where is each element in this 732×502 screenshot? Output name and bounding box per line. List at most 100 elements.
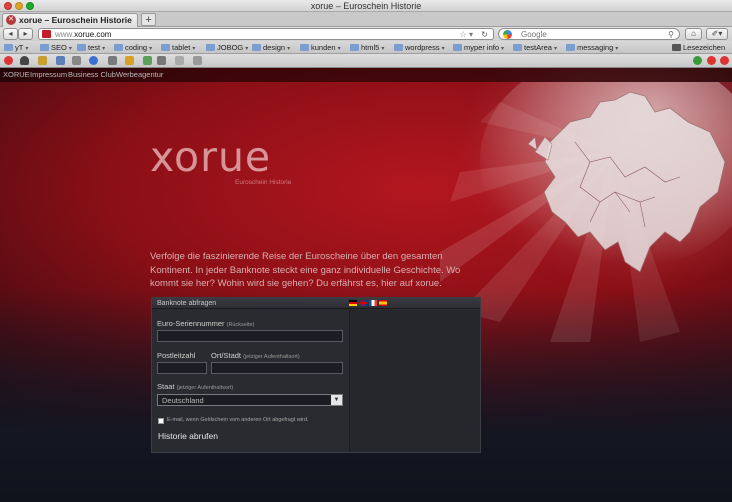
valid-check-icon[interactable] (693, 56, 702, 65)
bookmark-folder[interactable]: kunden ▾ (300, 42, 341, 53)
flag-french-icon[interactable] (369, 300, 377, 306)
nav-link-werbeagentur[interactable]: Werbeagentur (116, 68, 163, 82)
bookmark-folder[interactable]: myper info ▾ (453, 42, 504, 53)
back-button[interactable]: ◂ (3, 28, 18, 40)
site-navigation: XORUE Impressum Business Club Werbeagent… (0, 68, 732, 82)
flag-german-icon[interactable] (349, 300, 357, 306)
reload-icon[interactable]: ↻ (481, 29, 488, 40)
bookmark-star-icon[interactable]: ☆ ▾ (460, 29, 473, 40)
window-titlebar: xorue – Euroschein Historie (0, 0, 732, 12)
address-bar[interactable]: www.xorue.com ☆ ▾ ↻ (38, 28, 494, 40)
europe-map-illustration (440, 82, 732, 342)
tools-icon[interactable] (157, 56, 166, 65)
folder-icon (206, 44, 215, 51)
google-icon[interactable] (503, 30, 512, 39)
banknote-query-form: Banknote abfragen Euro-Seriennummer (Rüc… (151, 297, 481, 453)
url-text: www.xorue.com (55, 30, 112, 39)
close-tab-icon[interactable]: ✕ (6, 15, 16, 25)
folder-icon (114, 44, 123, 51)
zip-input[interactable] (158, 364, 206, 375)
bookmark-folder[interactable]: yT ▾ (4, 42, 28, 53)
fetch-history-button[interactable]: Historie abrufen (158, 431, 218, 441)
bookmark-folder[interactable]: wordpress ▾ (394, 42, 445, 53)
nav-link-business-club[interactable]: Business Club (68, 68, 116, 82)
bookmarks-icon (672, 44, 681, 51)
site-tagline: Euroschein Historie (235, 179, 292, 186)
city-input[interactable] (212, 364, 342, 375)
zip-field[interactable] (157, 362, 207, 375)
highlight-icon[interactable] (125, 56, 134, 65)
folder-icon (350, 44, 359, 51)
new-tab-button[interactable]: + (141, 13, 156, 26)
close-toolbar-icon[interactable] (720, 56, 729, 65)
zip-label: Postleitzahl (157, 351, 196, 360)
stop-icon[interactable] (4, 56, 13, 65)
serial-number-field[interactable] (157, 330, 343, 343)
notify-checkbox-label: E-mail, wenn Geldschein vom anderen Ort … (167, 417, 309, 423)
bookmark-folder[interactable]: testArea ▾ (513, 42, 557, 53)
bookmark-folder[interactable]: test ▾ (77, 42, 105, 53)
folder-icon (161, 44, 170, 51)
pencil-icon[interactable] (38, 56, 47, 65)
city-field[interactable] (211, 362, 343, 375)
tab-xorue[interactable]: ✕ xorue – Euroschein Historie (2, 13, 138, 27)
images-icon[interactable] (108, 56, 117, 65)
state-select-value: Deutschland (162, 396, 204, 405)
city-label: Ort/Stadt (jetziger Aufenthaltsort) (211, 351, 300, 360)
bookmarks-toolbar: yT ▾ SEO ▾ test ▾ coding ▾ tablet ▾ JOBOG ▾ de… (0, 41, 732, 54)
reading-list-button[interactable]: Lesezeichen (672, 42, 725, 53)
web-page: XORUE Impressum Business Club Werbeagent… (0, 68, 732, 502)
resize-icon[interactable] (143, 56, 152, 65)
state-label: Staat (jetziger Aufenthaltsort) (157, 382, 234, 391)
intro-text: Verfolge die faszinierende Reise der Eur… (150, 251, 461, 289)
folder-icon (566, 44, 575, 51)
home-button[interactable]: ⌂ (685, 28, 702, 40)
flag-english-icon[interactable] (359, 300, 367, 306)
chevron-down-icon[interactable]: ▼ (331, 395, 342, 405)
forms-icon[interactable] (72, 56, 81, 65)
tab-bar: ✕ xorue – Euroschein Historie + (0, 12, 732, 27)
form-side-panel (350, 310, 480, 452)
nav-link-xorue[interactable]: XORUE (3, 68, 30, 82)
serial-number-input[interactable] (158, 332, 342, 343)
folder-icon (513, 44, 522, 51)
tab-label: xorue – Euroschein Historie (19, 15, 132, 25)
search-icon[interactable]: ⚲ (668, 29, 674, 40)
forward-button[interactable]: ▸ (18, 28, 33, 40)
addon-menu-button[interactable]: ✐▾ (706, 28, 728, 40)
state-select[interactable]: Deutschland ▼ (157, 394, 343, 406)
search-input[interactable] (521, 29, 661, 39)
bookmark-folder[interactable]: coding ▾ (114, 42, 152, 53)
serial-number-label: Euro-Seriennummer (Rückseite) (157, 319, 255, 328)
nav-link-impressum[interactable]: Impressum (30, 68, 67, 82)
bookmark-folder[interactable]: messaging ▾ (566, 42, 618, 53)
bookmark-folder[interactable]: SEO ▾ (40, 42, 72, 53)
bookmark-folder[interactable]: tablet ▾ (161, 42, 195, 53)
site-favicon-icon (42, 30, 51, 38)
site-logo: xorue (150, 133, 272, 181)
notify-checkbox[interactable] (158, 418, 164, 424)
info-icon[interactable] (89, 56, 98, 65)
css-icon[interactable] (56, 56, 65, 65)
bookmark-folder[interactable]: html5 ▾ (350, 42, 384, 53)
navigation-toolbar: ◂ ▸ www.xorue.com ☆ ▾ ↻ ⚲ ⌂ ✐▾ (0, 27, 732, 41)
form-header: Banknote abfragen (152, 298, 480, 309)
bookmark-folder[interactable]: design ▾ (252, 42, 290, 53)
bookmark-folder[interactable]: JOBOG ▾ (206, 42, 248, 53)
folder-icon (40, 44, 49, 51)
folder-icon (394, 44, 403, 51)
user-icon[interactable] (20, 56, 29, 65)
folder-icon (4, 44, 13, 51)
options-icon[interactable] (193, 56, 202, 65)
error-icon[interactable] (707, 56, 716, 65)
folder-icon (77, 44, 86, 51)
view-source-icon[interactable] (175, 56, 184, 65)
folder-icon (252, 44, 261, 51)
folder-icon (300, 44, 309, 51)
form-title: Banknote abfragen (157, 300, 217, 307)
flag-spanish-icon[interactable] (379, 300, 387, 306)
search-box[interactable]: ⚲ (498, 28, 680, 40)
window-title: xorue – Euroschein Historie (310, 1, 422, 11)
folder-icon (453, 44, 462, 51)
addon-toolbar (0, 54, 732, 68)
